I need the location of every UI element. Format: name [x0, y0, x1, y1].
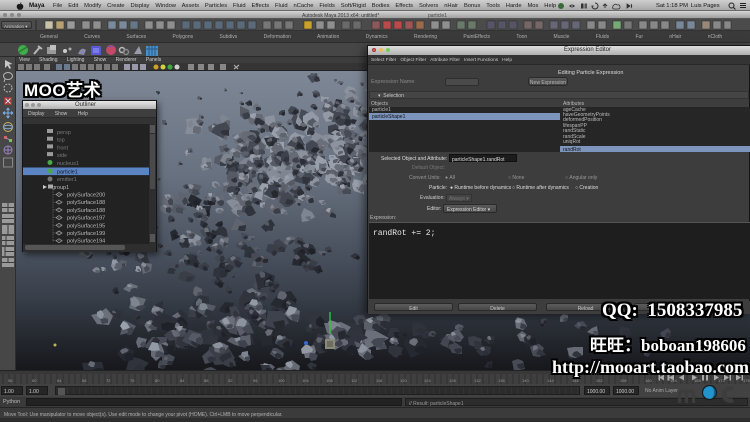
svg-text:top: top: [57, 138, 65, 144]
svg-text:56: 56: [8, 378, 13, 383]
svg-text:124: 124: [424, 378, 431, 383]
svg-text:144: 144: [547, 378, 554, 383]
svg-text:64: 64: [57, 378, 62, 383]
svg-text:polySurface195: polySurface195: [67, 223, 105, 229]
svg-text:100: 100: [278, 378, 285, 383]
svg-text:96: 96: [253, 378, 258, 383]
svg-text:152: 152: [596, 378, 603, 383]
svg-text:156: 156: [620, 378, 627, 383]
svg-text:nucleus1: nucleus1: [57, 161, 79, 167]
svg-text:160: 160: [645, 378, 652, 383]
svg-text:polySurface200: polySurface200: [67, 193, 105, 199]
svg-text:72: 72: [106, 378, 111, 383]
svg-text:132: 132: [474, 378, 481, 383]
svg-text:polySurface188: polySurface188: [67, 208, 105, 214]
svg-text:side: side: [57, 153, 67, 159]
svg-text:116: 116: [376, 378, 383, 383]
svg-text:148: 148: [572, 378, 579, 383]
svg-text:88: 88: [204, 378, 209, 383]
svg-text:80: 80: [155, 378, 160, 383]
svg-text:140: 140: [522, 378, 529, 383]
svg-text:polySurface197: polySurface197: [67, 216, 105, 222]
svg-text:polySurface188: polySurface188: [67, 200, 105, 206]
svg-text:108: 108: [326, 378, 333, 383]
svg-text:front: front: [57, 145, 68, 151]
svg-text:polySurface199: polySurface199: [67, 231, 105, 237]
svg-text:60: 60: [32, 378, 37, 383]
svg-text:104: 104: [302, 378, 309, 383]
svg-text:76: 76: [130, 378, 135, 383]
svg-text:persp: persp: [57, 130, 71, 136]
svg-text:emitter1: emitter1: [57, 177, 77, 183]
svg-text:120: 120: [400, 378, 407, 383]
svg-text:particle1: particle1: [57, 169, 78, 175]
svg-text:84: 84: [180, 378, 185, 383]
svg-text:group1: group1: [52, 185, 69, 191]
svg-text:112: 112: [351, 378, 358, 383]
svg-text:92: 92: [228, 378, 233, 383]
svg-text:68: 68: [82, 378, 87, 383]
svg-text:136: 136: [498, 378, 505, 383]
svg-text:128: 128: [449, 378, 456, 383]
